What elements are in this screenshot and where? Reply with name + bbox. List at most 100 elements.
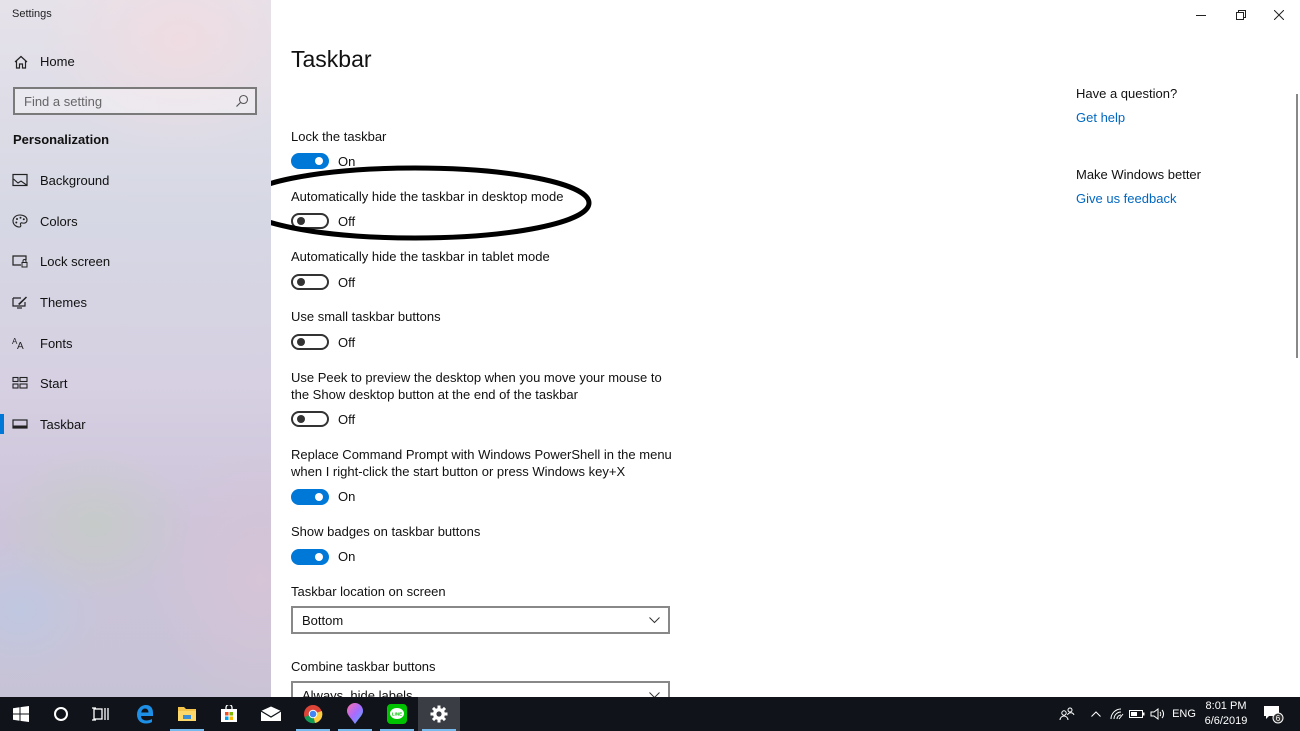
network-button[interactable]: [1108, 697, 1126, 731]
toggle-peek[interactable]: [291, 411, 329, 427]
svg-text:LINE: LINE: [392, 712, 402, 717]
battery-button[interactable]: [1128, 697, 1146, 731]
help-question-title: Have a question?: [1076, 86, 1178, 101]
themes-icon: [12, 296, 27, 309]
people-icon: [1059, 707, 1075, 721]
windows-logo-icon: [13, 706, 29, 722]
dropdown-value: Bottom: [302, 613, 344, 628]
toggle-small-buttons[interactable]: [291, 334, 329, 350]
combine-buttons-dropdown[interactable]: Always, hide labels: [291, 681, 670, 697]
setting-label-small-buttons: Use small taskbar buttons: [291, 309, 441, 324]
clock[interactable]: 8:01 PM 6/6/2019: [1200, 699, 1252, 729]
sidebar: Settings Home Personalization Background…: [0, 0, 271, 697]
minimize-button[interactable]: [1182, 0, 1220, 30]
store-button[interactable]: [208, 697, 250, 731]
app-title: Settings: [12, 8, 52, 20]
paint3d-button[interactable]: [334, 697, 376, 731]
toggle-powershell[interactable]: [291, 489, 329, 505]
search-input[interactable]: [15, 89, 255, 113]
battery-icon: [1129, 710, 1145, 718]
toggle-knob: [315, 157, 323, 165]
page-title: Taskbar: [291, 46, 372, 72]
sidebar-item-label: Taskbar: [40, 417, 86, 432]
scrollbar[interactable]: [1296, 94, 1298, 358]
section-title: Personalization: [13, 132, 110, 147]
input-language-button[interactable]: ENG: [1170, 697, 1198, 731]
setting-label-autohide-tablet: Automatically hide the taskbar in tablet…: [291, 249, 550, 264]
sidebar-item-themes[interactable]: Themes: [0, 285, 271, 319]
settings-icon: [430, 705, 448, 723]
mail-button[interactable]: [250, 697, 292, 731]
search-box[interactable]: [13, 87, 257, 115]
line-button[interactable]: LINE: [376, 697, 418, 731]
toggle-knob: [297, 278, 305, 286]
sidebar-item-taskbar[interactable]: Taskbar: [0, 407, 271, 441]
sidebar-item-label: Themes: [40, 295, 87, 310]
close-icon: [1274, 10, 1284, 20]
close-button[interactable]: [1260, 0, 1298, 30]
setting-label-autohide-desktop: Automatically hide the taskbar in deskto…: [291, 189, 564, 204]
toggle-state: Off: [338, 335, 356, 350]
help-better-title: Make Windows better: [1076, 167, 1201, 182]
image-icon: [12, 173, 28, 187]
search-icon[interactable]: [235, 94, 249, 108]
toggle-autohide-tablet[interactable]: [291, 274, 329, 290]
taskbar-location-dropdown[interactable]: Bottom: [291, 606, 670, 634]
sidebar-item-home[interactable]: Home: [0, 48, 271, 76]
toggle-badges[interactable]: [291, 549, 329, 565]
dropdown-value: Always, hide labels: [302, 688, 413, 697]
start-icon: [12, 376, 28, 389]
store-icon: [221, 705, 237, 722]
mail-icon: [260, 706, 282, 721]
main-content: Taskbar Lock the taskbar On Automaticall…: [271, 0, 1300, 697]
toggle-state: On: [338, 549, 356, 564]
toggle-state: On: [338, 154, 356, 169]
sidebar-item-lock-screen[interactable]: Lock screen: [0, 244, 271, 278]
sidebar-item-label: Fonts: [40, 336, 73, 351]
get-help-link[interactable]: Get help: [1076, 110, 1125, 125]
toggle-autohide-desktop[interactable]: [291, 213, 329, 229]
wifi-icon: [1110, 708, 1124, 720]
fonts-icon: AA: [12, 337, 24, 350]
lock-screen-icon: [12, 255, 28, 268]
task-view-icon: [92, 707, 109, 721]
settings-window: Settings Home Personalization Background…: [0, 0, 1300, 697]
start-button[interactable]: [0, 697, 42, 731]
svg-text:A: A: [17, 341, 24, 350]
dropdown-label-location: Taskbar location on screen: [291, 584, 446, 599]
toggle-knob: [315, 493, 323, 501]
palette-icon: [12, 214, 28, 228]
restore-button[interactable]: [1222, 0, 1260, 30]
chrome-button[interactable]: [292, 697, 334, 731]
cortana-icon: [54, 707, 68, 721]
line-icon: LINE: [387, 704, 407, 724]
people-button[interactable]: [1056, 697, 1078, 731]
chevron-up-icon: [1091, 711, 1101, 717]
sidebar-item-colors[interactable]: Colors: [0, 204, 271, 238]
taskbar-icon: [12, 419, 28, 429]
paint3d-icon: [347, 703, 363, 724]
setting-label-peek: Use Peek to preview the desktop when you…: [291, 370, 662, 402]
sidebar-item-background[interactable]: Background: [0, 163, 271, 197]
clock-time: 8:01 PM: [1205, 700, 1247, 712]
notification-count: 6: [1276, 714, 1281, 723]
minimize-icon: [1196, 15, 1206, 16]
action-center-button[interactable]: 6: [1262, 697, 1286, 731]
notifications-icon: 6: [1264, 706, 1284, 724]
toggle-lock-taskbar[interactable]: [291, 153, 329, 169]
file-explorer-icon: [178, 707, 196, 721]
cortana-button[interactable]: [40, 697, 82, 731]
chrome-icon: [304, 705, 323, 724]
sidebar-item-start[interactable]: Start: [0, 366, 271, 400]
toggle-state: Off: [338, 214, 356, 229]
task-view-button[interactable]: [80, 697, 122, 731]
file-explorer-button[interactable]: [166, 697, 208, 731]
settings-button[interactable]: [418, 697, 460, 731]
show-hidden-icons-button[interactable]: [1088, 697, 1104, 731]
restore-icon: [1236, 10, 1246, 20]
feedback-link[interactable]: Give us feedback: [1076, 191, 1176, 206]
home-icon: [14, 55, 28, 69]
volume-button[interactable]: [1148, 697, 1168, 731]
sidebar-item-fonts[interactable]: AA Fonts: [0, 326, 271, 360]
edge-button[interactable]: [124, 697, 166, 731]
